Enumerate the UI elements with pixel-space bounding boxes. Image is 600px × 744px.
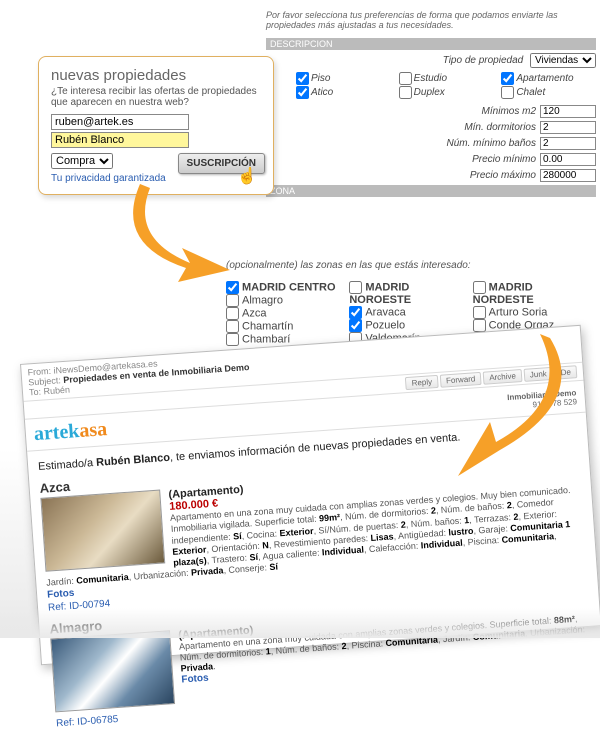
type-grid: Piso Estudio Apartamento Atico Duplex Chalet [296, 72, 596, 99]
zone-header[interactable]: MADRID NOROESTE [349, 281, 462, 306]
row-input[interactable] [540, 169, 596, 182]
form-row: Mín. dormitorios [266, 121, 596, 134]
form-row: Precio máximo [266, 169, 596, 182]
zone-item[interactable]: Azca [226, 307, 339, 320]
type-checkbox[interactable] [501, 86, 514, 99]
zone-checkbox[interactable] [226, 320, 239, 333]
property-image [50, 630, 175, 712]
row-label: Mínimos m2 [482, 106, 536, 117]
email-field[interactable] [51, 114, 189, 130]
zone-item[interactable]: Aravaca [349, 306, 462, 319]
tipo-label: Tipo de propiedad [443, 55, 524, 66]
zone-item[interactable]: Almagro [226, 294, 339, 307]
panel-question: ¿Te interesa recibir las ofertas de prop… [51, 86, 261, 108]
arrow-icon [120, 178, 300, 288]
type-checkbox[interactable] [399, 72, 412, 85]
section-descripcion: DESCRIPCION [266, 38, 596, 50]
row-input[interactable] [540, 137, 596, 150]
tipo-row: Tipo de propiedad Viviendas [266, 53, 596, 68]
zone-checkbox[interactable] [473, 281, 486, 294]
zone-header[interactable]: MADRID NORDESTE [473, 281, 586, 306]
zone-item[interactable]: Chamartín [226, 320, 339, 333]
type-option[interactable]: Atico [296, 86, 391, 99]
type-option[interactable]: Chalet [501, 86, 596, 99]
zone-checkbox[interactable] [226, 333, 239, 346]
operation-select[interactable]: Compra [51, 153, 113, 169]
type-option[interactable]: Estudio [399, 72, 494, 85]
type-checkbox[interactable] [399, 86, 412, 99]
subscription-panel: nuevas propiedades ¿Te interesa recibir … [38, 56, 274, 195]
brand-logo: artekasa [33, 418, 108, 446]
property-image [40, 490, 165, 572]
row-input[interactable] [540, 105, 596, 118]
type-checkbox[interactable] [296, 86, 309, 99]
row-input[interactable] [540, 121, 596, 134]
row-label: Núm. mínimo baños [447, 138, 536, 149]
zone-checkbox[interactable] [349, 319, 362, 332]
form-row: Precio mínimo [266, 153, 596, 166]
type-option[interactable]: Duplex [399, 86, 494, 99]
name-field[interactable] [51, 132, 189, 148]
form-row: Mínimos m2 [266, 105, 596, 118]
panel-title: nuevas propiedades [51, 67, 261, 84]
section-zona: ZONA [266, 185, 596, 197]
zone-checkbox[interactable] [226, 294, 239, 307]
zone-checkbox[interactable] [473, 306, 486, 319]
type-checkbox[interactable] [296, 72, 309, 85]
bottom-fade [0, 608, 600, 638]
type-checkbox[interactable] [501, 72, 514, 85]
row-label: Mín. dormitorios [464, 122, 536, 133]
type-option[interactable]: Piso [296, 72, 391, 85]
zone-item[interactable]: Arturo Soria [473, 306, 586, 319]
arrow-icon [430, 330, 590, 490]
row-input[interactable] [540, 153, 596, 166]
zone-checkbox[interactable] [349, 306, 362, 319]
zone-checkbox[interactable] [226, 307, 239, 320]
form-header: Por favor selecciona tus preferencias de… [266, 10, 596, 30]
zone-checkbox[interactable] [349, 281, 362, 294]
tipo-select[interactable]: Viviendas [530, 53, 596, 68]
preferences-form: Por favor selecciona tus preferencias de… [266, 10, 596, 199]
type-option[interactable]: Apartamento [501, 72, 596, 85]
row-label: Precio máximo [470, 170, 536, 181]
form-row: Núm. mínimo baños [266, 137, 596, 150]
row-label: Precio mínimo [472, 154, 536, 165]
